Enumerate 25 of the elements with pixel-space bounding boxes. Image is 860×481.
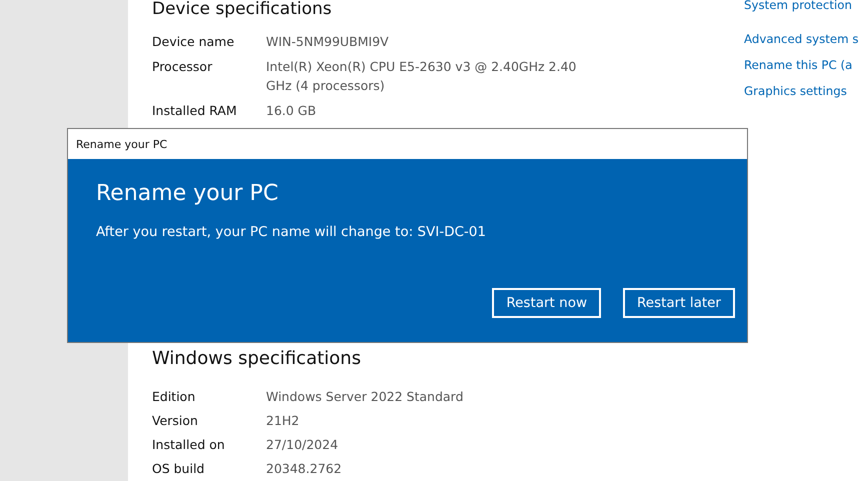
spec-value: 16.0 GB [266, 102, 318, 120]
restart-button[interactable]: Restart now [492, 288, 601, 318]
spec-label: OS build [152, 460, 206, 478]
spec-value: Intel(R) Xeon(R) CPU E5-2630 v3 @ 2.40GHz 2.40 GHz (4 processors) [266, 58, 578, 95]
spec-label: Edition [152, 388, 196, 406]
related-link[interactable]: Advanced system s [744, 29, 859, 50]
spec-value: 21H2 [266, 412, 300, 430]
spec-label: Device name [152, 33, 236, 51]
spec-value: WIN-5NM99UBMI9V [266, 33, 390, 51]
spec-label: Installed RAM [152, 102, 238, 120]
related-link[interactable]: Rename this PC (a [744, 55, 859, 76]
dialog-heading: Rename your PC [96, 181, 280, 206]
spec-value: 27/10/2024 [266, 436, 340, 454]
spec-value: Windows Server 2022 Standard [266, 388, 464, 406]
dialog-title: Rename your PC [76, 138, 168, 150]
dialog-message: After you restart, your PC name will change to: SVI-DC-01 [96, 224, 487, 240]
spec-label: Installed on [152, 436, 226, 454]
related-link[interactable]: Graphics settings [744, 81, 859, 102]
section-heading: Windows specifications [152, 347, 362, 371]
spec-label: Version [152, 412, 199, 430]
section-heading: Device specifications [152, 0, 333, 20]
spec-value: 20348.2762 [266, 460, 343, 478]
restart-button[interactable]: Restart later [623, 288, 735, 318]
spec-label: Processor [152, 58, 214, 76]
related-link[interactable]: System protection [744, 0, 859, 10]
